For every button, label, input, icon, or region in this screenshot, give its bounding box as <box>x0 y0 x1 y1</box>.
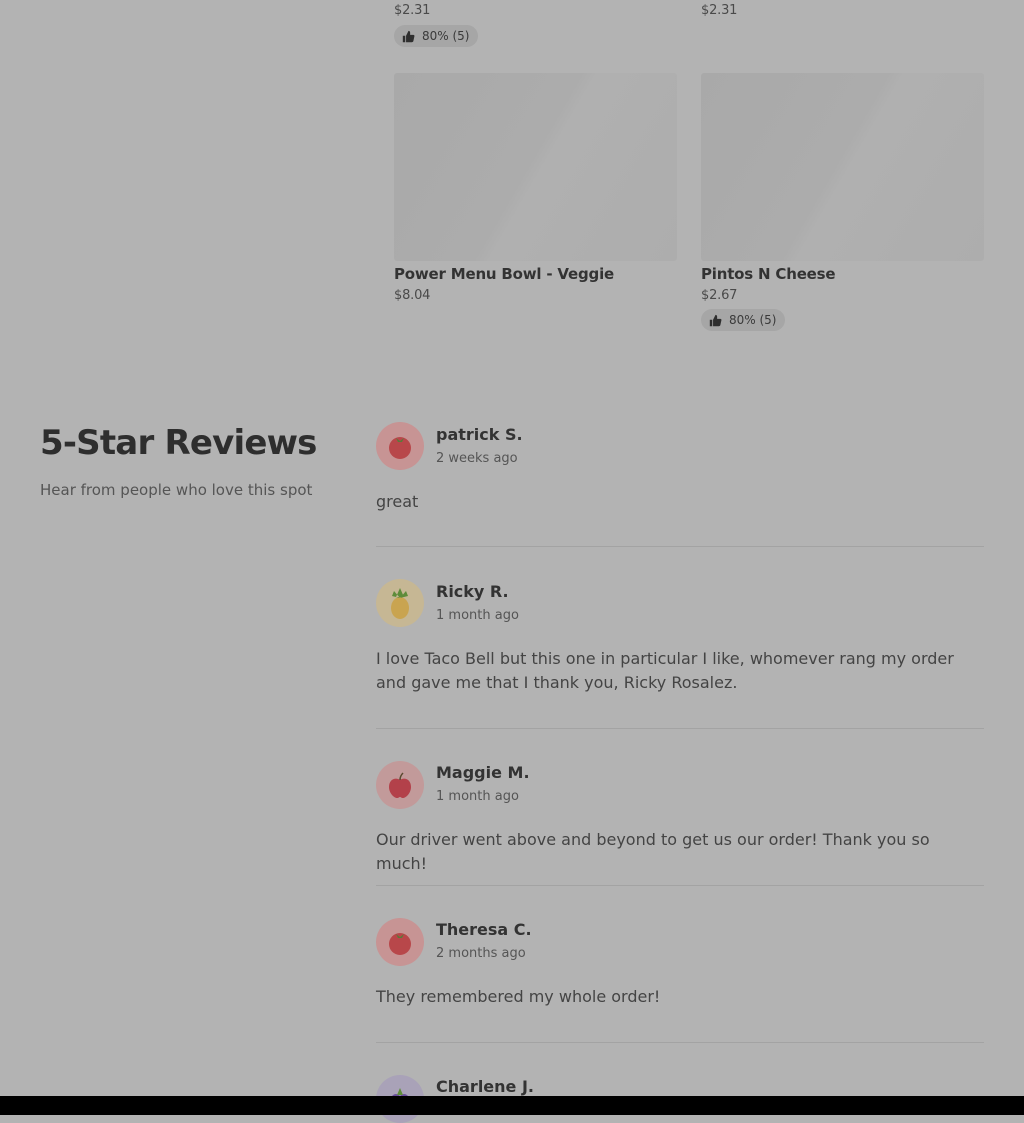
reviewer-name: patrick S. <box>436 425 523 444</box>
thumbs-up-icon <box>402 30 415 42</box>
review-text: Our driver went above and beyond to get … <box>376 830 930 873</box>
menu-item-name: Power Menu Bowl - Veggie <box>394 265 614 283</box>
reviewer-name: Charlene J. <box>436 1077 534 1096</box>
pineapple-icon <box>391 588 409 619</box>
reviewer-name: Theresa C. <box>436 920 532 939</box>
menu-item-card[interactable]: Pintos N Cheese $2.67 80% (5) <box>701 73 984 331</box>
menu-item-card[interactable]: Power Menu Bowl - Veggie $8.04 <box>394 73 677 303</box>
rating-text: 80% (5) <box>422 29 470 43</box>
menu-item-image <box>701 73 984 261</box>
review-time: 1 month ago <box>436 608 519 623</box>
review-time: 2 weeks ago <box>436 451 518 466</box>
thumbs-up-icon <box>709 314 722 326</box>
item-price: $2.31 <box>394 3 431 18</box>
rating-badge: 80% (5) <box>701 309 786 331</box>
reviewer-name: Maggie M. <box>436 763 530 782</box>
review-text: They remembered my whole order! <box>376 987 661 1006</box>
review-text: great <box>376 492 419 511</box>
avatar <box>376 422 424 470</box>
item-price: $2.31 <box>701 3 738 18</box>
menu-item-name: Pintos N Cheese <box>701 265 836 283</box>
rating-text: 80% (5) <box>729 313 777 327</box>
apple-icon <box>389 772 411 798</box>
avatar <box>376 579 424 627</box>
reviewer-name: Ricky R. <box>436 582 509 601</box>
avatar <box>376 918 424 966</box>
menu-item-price: $8.04 <box>394 288 431 303</box>
bottom-bar <box>0 1096 1024 1115</box>
review-time: 1 month ago <box>436 789 519 804</box>
divider <box>376 1042 984 1043</box>
reviews-subtitle: Hear from people who love this spot <box>40 481 313 499</box>
divider <box>376 885 984 886</box>
review-text: I love Taco Bell but this one in particu… <box>376 649 954 692</box>
menu-item-price: $2.67 <box>701 288 738 303</box>
divider <box>376 546 984 547</box>
rating-badge: 80% (5) <box>394 25 479 47</box>
review-time: 2 months ago <box>436 946 526 961</box>
tomato-icon <box>389 437 411 459</box>
tomato-icon <box>389 933 411 955</box>
reviews-title: 5-Star Reviews <box>40 423 317 463</box>
avatar <box>376 761 424 809</box>
divider <box>376 728 984 729</box>
menu-item-image <box>394 73 677 261</box>
